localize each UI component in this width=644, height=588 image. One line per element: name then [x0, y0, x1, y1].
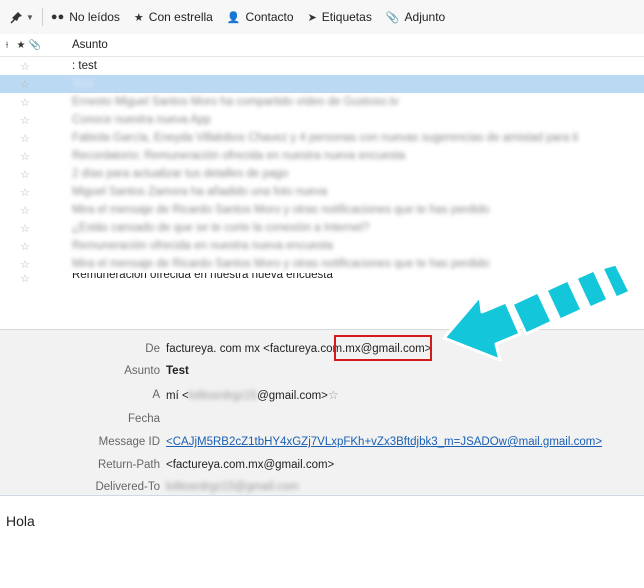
message-subject: Conoce nuestra nueva App — [72, 114, 211, 126]
list-item[interactable]: ☆ Ernesto Miguel Santos Moro ha compartid… — [0, 93, 644, 111]
unread-icon: ●● — [50, 11, 65, 23]
header-msgid-row: Message ID <CAJjM5RB2cZ1tbHY4xGZj7VLxpFK… — [0, 431, 644, 453]
header-deliveredto-label: Delivered-To — [95, 481, 160, 493]
pin-icon — [10, 12, 22, 24]
star-toggle-icon[interactable]: ☆ — [18, 273, 32, 283]
list-item[interactable]: ☆ Miguel Santos Zamora ha añadido una fot… — [0, 183, 644, 201]
filter-unread-button[interactable]: ●● No leídos — [51, 10, 120, 24]
list-item[interactable]: ☆ 2 días para actualizar tus detalles de … — [0, 165, 644, 183]
message-subject: Remuneración ofrecida en nuestra nueva e… — [72, 240, 333, 252]
header-to-label: A — [152, 389, 160, 401]
deliveredto-text: lolitosrdrgz15@gmail.com — [166, 481, 299, 493]
header-subject-value: Test — [166, 365, 189, 377]
arrow-head — [442, 294, 522, 362]
message-subject: ¿Estás cansado de que se te corte la con… — [72, 222, 370, 234]
filter-starred-label: Con estrella — [148, 10, 213, 24]
arrow-stripe-2 — [544, 278, 584, 322]
star-toggle-icon[interactable]: ☆ — [18, 168, 32, 181]
star-column-icon[interactable]: ★ — [14, 40, 28, 51]
header-deliveredto-value[interactable]: lolitosrdrgz15@gmail.com — [166, 481, 298, 493]
list-item[interactable]: ☆ Fabiola García, Eneyda Villalobos Chave… — [0, 129, 644, 147]
message-subject: Test — [72, 78, 94, 90]
paperclip-icon: 📎 — [385, 11, 400, 24]
header-returnpath-label: Return-Path — [97, 459, 160, 471]
header-to-value[interactable]: mí <lolitosrdrgz15@gmail.com>☆ — [166, 388, 339, 402]
attachment-column-icon[interactable]: 📎 — [28, 40, 42, 51]
arrow-annotation — [442, 262, 632, 362]
header-to-row: A mí <lolitosrdrgz15@gmail.com>☆ — [0, 384, 644, 406]
subject-column-header[interactable]: Asunto — [72, 39, 108, 51]
message-subject: Fabiola García, Eneyda Villalobos Chavez… — [72, 132, 579, 144]
filter-unread-label: No leídos — [69, 10, 120, 24]
header-divider — [0, 495, 644, 496]
star-toggle-icon[interactable]: ☆ — [18, 78, 32, 91]
header-msgid-value[interactable]: <CAJjM5RB2cZ1tbHY4xGZj7VLxpFKh+vZx3Bftdj… — [166, 436, 602, 448]
message-subject: Mira el mensaje de Ricardo Santos Moro y… — [72, 258, 490, 270]
star-toggle-icon[interactable]: ☆ — [18, 96, 32, 109]
message-subject: Miguel Santos Zamora ha añadido una foto… — [72, 186, 328, 198]
filter-attachment-button[interactable]: 📎 Adjunto — [386, 10, 445, 24]
message-subject: Remuneración ofrecida en nuestra nueva e… — [72, 273, 333, 281]
header-subject-label: Asunto — [124, 365, 160, 377]
star-icon: ★ — [133, 11, 144, 24]
filter-tags-button[interactable]: ➤ Etiquetas — [308, 10, 372, 24]
header-date-label: Fecha — [128, 413, 160, 425]
header-from-label: De — [145, 343, 160, 355]
list-item[interactable]: ☆ : test — [0, 57, 644, 75]
star-toggle-icon[interactable]: ☆ — [18, 222, 32, 235]
tag-icon: ➤ — [307, 11, 317, 24]
to-prefix: mí < — [166, 390, 189, 402]
message-subject: Ernesto Miguel Santos Moro ha compartido… — [72, 96, 399, 108]
to-hidden-local-part: lolitosrdrgz15 — [188, 390, 258, 402]
star-toggle-icon[interactable]: ☆ — [18, 186, 32, 199]
to-suffix: @gmail.com> — [257, 390, 328, 402]
star-toggle-icon[interactable]: ☆ — [18, 132, 32, 145]
quick-filter-toolbar: ▼ ●● No leídos ★ Con estrella 👤 Contacto… — [0, 0, 644, 35]
filter-contact-label: Contacto — [245, 10, 294, 24]
header-returnpath-row: Return-Path <factureya.com.mx@gmail.com> — [0, 454, 644, 476]
list-item[interactable]: ☆ ¿Estás cansado de que se te corte la co… — [0, 219, 644, 237]
star-contact-icon[interactable]: ☆ — [328, 388, 339, 402]
message-body: Hola — [6, 513, 35, 529]
chevron-down-icon[interactable]: ▼ — [26, 13, 34, 22]
message-subject: Recordatorio: Remuneración ofrecida en n… — [72, 150, 406, 162]
filter-tags-label: Etiquetas — [321, 10, 372, 24]
highlight-box — [334, 335, 432, 361]
arrow-stripe-3 — [574, 268, 610, 310]
pin-filter-button[interactable] — [6, 6, 28, 28]
star-toggle-icon[interactable]: ☆ — [18, 114, 32, 127]
star-toggle-icon[interactable]: ☆ — [18, 60, 32, 73]
star-toggle-icon[interactable]: ☆ — [18, 240, 32, 253]
message-subject: : test — [72, 60, 97, 72]
header-returnpath-value[interactable]: <factureya.com.mx@gmail.com> — [166, 459, 334, 471]
subject-text: Test — [166, 365, 189, 377]
message-list-header: ⟊ ★ 📎 Asunto — [0, 34, 644, 57]
list-item[interactable]: ☆ Conoce nuestra nueva App — [0, 111, 644, 129]
message-subject: Mira el mensaje de Ricardo Santos Moro y… — [72, 204, 490, 216]
filter-contact-button[interactable]: 👤 Contacto — [227, 10, 294, 24]
list-item[interactable]: ☆ Mira el mensaje de Ricardo Santos Moro … — [0, 201, 644, 219]
filter-starred-button[interactable]: ★ Con estrella — [134, 10, 213, 24]
toolbar-divider — [41, 8, 43, 26]
filter-attachment-label: Adjunto — [404, 10, 446, 24]
star-toggle-icon[interactable]: ☆ — [18, 258, 32, 271]
star-toggle-icon[interactable]: ☆ — [18, 150, 32, 163]
header-msgid-label: Message ID — [98, 436, 160, 448]
thread-column-icon[interactable]: ⟊ — [0, 40, 14, 51]
list-item[interactable]: ☆ Recordatorio: Remuneración ofrecida en … — [0, 147, 644, 165]
star-toggle-icon[interactable]: ☆ — [18, 204, 32, 217]
header-date-row: Fecha — [0, 408, 644, 430]
list-item[interactable]: ☆ Remuneración ofrecida en nuestra nueva … — [0, 237, 644, 255]
list-item-selected[interactable]: ☆ Test — [0, 75, 644, 93]
message-id-link[interactable]: <CAJjM5RB2cZ1tbHY4xGZj7VLxpFKh+vZx3Bftdj… — [166, 436, 602, 448]
message-subject: 2 días para actualizar tus detalles de p… — [72, 168, 289, 180]
contact-icon: 👤 — [226, 11, 241, 24]
